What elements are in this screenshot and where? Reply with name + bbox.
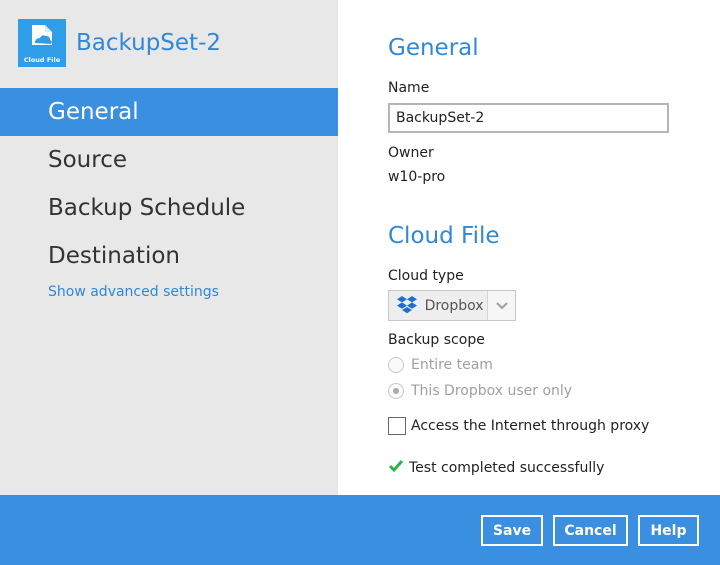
backup-scope-label: Backup scope xyxy=(388,332,485,348)
owner-value: w10-pro xyxy=(388,169,446,185)
cloud-type-label: Cloud type xyxy=(388,268,464,284)
sidebar-item-destination[interactable]: Destination xyxy=(0,232,338,280)
radio-button-selected[interactable] xyxy=(388,383,404,399)
scope-option-this-user-only[interactable]: This Dropbox user only xyxy=(388,383,572,399)
owner-label: Owner xyxy=(388,145,434,161)
sidebar: Cloud File BackupSet-2 General Source Ba… xyxy=(0,0,338,495)
dropbox-icon xyxy=(395,294,419,318)
cloud-type-select[interactable]: Dropbox xyxy=(388,290,516,321)
proxy-option[interactable]: Access the Internet through proxy xyxy=(388,417,649,435)
name-label: Name xyxy=(388,80,430,96)
cloud-file-section-title: Cloud File xyxy=(388,223,500,249)
footer-bar: Save Cancel Help xyxy=(0,495,720,565)
scope-option-label: This Dropbox user only xyxy=(411,383,573,399)
sidebar-item-source[interactable]: Source xyxy=(0,136,338,184)
proxy-label: Access the Internet through proxy xyxy=(411,418,650,434)
scope-option-label: Entire team xyxy=(411,357,493,373)
show-advanced-settings-link[interactable]: Show advanced settings xyxy=(48,284,219,300)
help-button[interactable]: Help xyxy=(638,515,699,546)
cloud-type-value: Dropbox xyxy=(424,297,484,314)
name-input[interactable] xyxy=(388,103,669,133)
radio-button[interactable] xyxy=(388,357,404,373)
cloud-file-icon: Cloud File xyxy=(18,19,66,67)
app-title: BackupSet-2 xyxy=(76,30,222,56)
checkmark-icon xyxy=(388,458,404,477)
app-icon-caption: Cloud File xyxy=(23,56,61,64)
sidebar-nav: General Source Backup Schedule Destinati… xyxy=(0,88,338,280)
chevron-down-icon[interactable] xyxy=(487,291,515,320)
app-header: Cloud File BackupSet-2 xyxy=(18,19,221,67)
sidebar-item-backup-schedule[interactable]: Backup Schedule xyxy=(0,184,338,232)
scope-option-entire-team[interactable]: Entire team xyxy=(388,357,493,373)
cancel-button[interactable]: Cancel xyxy=(553,515,628,546)
general-section-title: General xyxy=(388,35,479,61)
proxy-checkbox[interactable] xyxy=(388,417,406,435)
test-status: Test completed successfully xyxy=(388,458,604,477)
save-button[interactable]: Save xyxy=(481,515,543,546)
sidebar-item-general[interactable]: General xyxy=(0,88,338,136)
status-text: Test completed successfully xyxy=(409,459,605,476)
